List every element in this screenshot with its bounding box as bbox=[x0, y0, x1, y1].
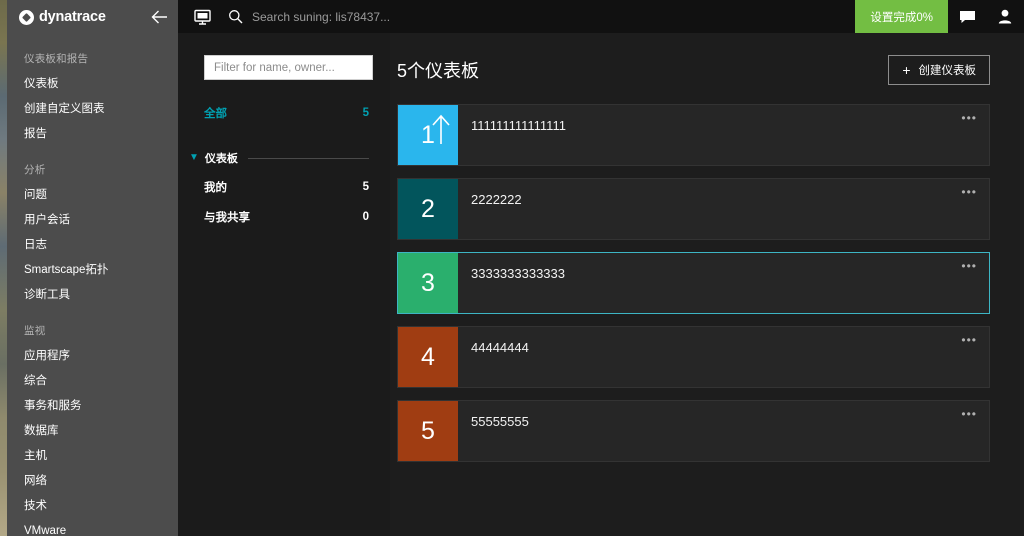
search-input-text: Search suning: lis78437... bbox=[252, 9, 391, 24]
dashboard-card-more-menu-icon[interactable]: ••• bbox=[957, 257, 981, 279]
dashboard-card-tile-text: 2 bbox=[421, 194, 435, 223]
sidebar-nav: 仪表板和报告仪表板 创建自定义图表 报告分析问题 用户会话 日志 Smartscape拓扑… bbox=[7, 34, 178, 536]
sidebar-section-title: 仪表板和报告 bbox=[24, 53, 89, 65]
dashboard-card-tile-text: 3 bbox=[421, 268, 435, 297]
setup-progress-badge[interactable]: 设置完成0% bbox=[855, 0, 948, 33]
filter-group-dashboards[interactable]: ▼ 仪表板 bbox=[178, 148, 390, 168]
sidebar-item[interactable]: 创建自定义图表 bbox=[7, 97, 178, 122]
user-account-icon[interactable] bbox=[986, 0, 1024, 33]
dashboard-card-more-menu-icon[interactable]: ••• bbox=[957, 183, 981, 205]
dynatrace-dashboards-page: dynatrace 仪表板和报告 仪表板 创建自定义图表 报告 分析 问题 用户会话 日志 Sm… bbox=[0, 0, 1024, 536]
filter-row-all-count: 5 bbox=[362, 107, 369, 119]
sidebar-section-gap bbox=[7, 308, 178, 318]
create-dashboard-label: 创建仪表板 bbox=[918, 65, 977, 77]
dashboard-card-more-menu-icon[interactable]: ••• bbox=[957, 331, 981, 353]
page-title: 5个仪表板 bbox=[397, 61, 480, 81]
filter-row-list: 我的 5 与我共享 0 bbox=[178, 176, 390, 228]
user-avatar-icon bbox=[998, 9, 1012, 24]
dynatrace-logo: dynatrace bbox=[19, 9, 106, 25]
sidebar-item[interactable]: 数据库 bbox=[7, 419, 178, 444]
filter-row-all-label: 全部 bbox=[204, 108, 227, 120]
chevron-down-icon: ▼ bbox=[189, 152, 199, 163]
arrow-up-icon bbox=[432, 114, 450, 144]
monitor-icon[interactable] bbox=[192, 7, 212, 27]
sidebar-item[interactable]: 技术 bbox=[7, 494, 178, 519]
sidebar-item[interactable]: 问题 bbox=[7, 183, 178, 208]
main-content: 5个仪表板 + 创建仪表板 1 111111111111111 ••• 2 222222… bbox=[390, 33, 1024, 536]
desktop-background-strip bbox=[0, 0, 7, 536]
sidebar-item[interactable]: 综合 bbox=[7, 369, 178, 394]
sidebar-item[interactable]: 诊断工具 bbox=[7, 283, 178, 308]
main-header: 5个仪表板 + 创建仪表板 bbox=[390, 33, 1024, 85]
top-bar: Search suning: lis78437... 设置完成0% bbox=[178, 0, 1024, 33]
filter-group-label: 仪表板 bbox=[204, 153, 238, 165]
dashboard-card-tile: 1 bbox=[398, 105, 458, 165]
monitor-glyph-icon bbox=[193, 9, 211, 25]
dashboard-card-title: 55555555 bbox=[471, 414, 529, 429]
sidebar-item[interactable]: Smartscape拓扑 bbox=[7, 258, 178, 283]
dashboard-card-tile: 4 bbox=[398, 327, 458, 387]
dashboard-card[interactable]: 5 55555555 ••• bbox=[397, 400, 990, 462]
filter-row-count: 5 bbox=[362, 181, 369, 193]
filter-group-divider bbox=[247, 157, 369, 159]
sidebar-item[interactable]: 应用程序 bbox=[7, 344, 178, 369]
arrow-left-icon bbox=[151, 10, 167, 24]
filter-row-label: 我的 bbox=[204, 182, 227, 194]
dashboard-card-tile-text: 4 bbox=[421, 342, 435, 371]
dashboard-card-title: 111111111111111 bbox=[471, 118, 566, 133]
sidebar-item[interactable]: 日志 bbox=[7, 233, 178, 258]
dashboard-card-tile: 5 bbox=[398, 401, 458, 461]
sidebar-section-title: 监视 bbox=[24, 325, 46, 337]
dynatrace-logo-icon bbox=[19, 9, 34, 25]
dashboard-card-tile: 3 bbox=[398, 253, 458, 313]
filter-row[interactable]: 与我共享 0 bbox=[178, 206, 390, 228]
sidebar-item[interactable]: 仪表板 bbox=[7, 72, 178, 97]
dashboard-card[interactable]: 4 44444444 ••• bbox=[397, 326, 990, 388]
sidebar-item[interactable]: 事务和服务 bbox=[7, 394, 178, 419]
search-icon bbox=[229, 10, 243, 24]
dynatrace-logo-text: dynatrace bbox=[39, 9, 106, 25]
dashboard-card-list: 1 111111111111111 ••• 2 2222222 ••• 3 333333333… bbox=[390, 85, 1024, 462]
sidebar-section-gap bbox=[7, 147, 178, 157]
filter-row-label: 与我共享 bbox=[204, 212, 250, 224]
dashboard-card[interactable]: 2 2222222 ••• bbox=[397, 178, 990, 240]
create-dashboard-button[interactable]: + 创建仪表板 bbox=[888, 55, 990, 85]
chat-icon[interactable] bbox=[948, 0, 986, 33]
filter-row-count: 0 bbox=[362, 211, 369, 223]
dashboard-filter-panel: 全部 5 ▼ 仪表板 我的 5 与我共享 0 bbox=[178, 33, 390, 536]
filter-row[interactable]: 我的 5 bbox=[178, 176, 390, 198]
sidebar-item[interactable]: 用户会话 bbox=[7, 208, 178, 233]
left-sidebar: dynatrace 仪表板和报告仪表板 创建自定义图表 报告分析问题 用户会话 日志 Sm… bbox=[7, 0, 178, 536]
dashboard-card[interactable]: 1 111111111111111 ••• bbox=[397, 104, 990, 166]
sidebar-section-title: 分析 bbox=[24, 164, 46, 176]
plus-icon: + bbox=[902, 62, 911, 78]
filter-input[interactable] bbox=[214, 61, 368, 74]
sidebar-header: dynatrace bbox=[7, 0, 178, 34]
dashboard-card-more-menu-icon[interactable]: ••• bbox=[957, 405, 981, 427]
sidebar-item[interactable]: 网络 bbox=[7, 469, 178, 494]
filter-row-all[interactable]: 全部 5 bbox=[178, 102, 390, 124]
global-search[interactable]: Search suning: lis78437... bbox=[228, 9, 855, 24]
dashboard-card-title: 3333333333333 bbox=[471, 266, 565, 281]
sidebar-collapse-button[interactable] bbox=[150, 8, 168, 26]
sidebar-item[interactable]: 报告 bbox=[7, 122, 178, 147]
dashboard-card-title: 44444444 bbox=[471, 340, 529, 355]
dashboard-card-tile-text: 5 bbox=[421, 416, 435, 445]
chat-bubble-icon bbox=[959, 10, 975, 23]
sidebar-item[interactable]: 主机 bbox=[7, 444, 178, 469]
dashboard-card-title: 2222222 bbox=[471, 192, 522, 207]
sidebar-item[interactable]: VMware bbox=[7, 519, 178, 536]
filter-input-wrapper[interactable] bbox=[204, 55, 373, 80]
dashboard-card-tile: 2 bbox=[398, 179, 458, 239]
dashboard-card[interactable]: 3 3333333333333 ••• bbox=[397, 252, 990, 314]
dashboard-card-more-menu-icon[interactable]: ••• bbox=[957, 109, 981, 131]
